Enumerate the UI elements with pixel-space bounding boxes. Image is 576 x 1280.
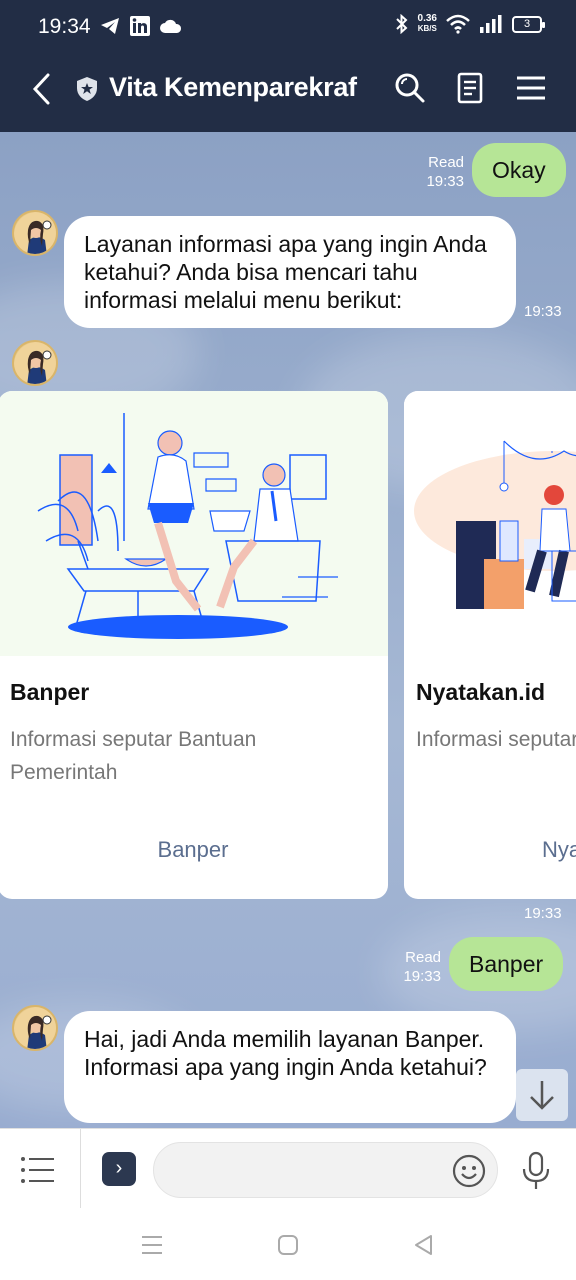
menu-button[interactable]: [513, 70, 549, 106]
verified-shield-icon: [77, 77, 97, 101]
card-illustration: [0, 391, 388, 656]
expand-button[interactable]: ›: [102, 1152, 136, 1186]
bot-avatar[interactable]: [12, 1005, 58, 1051]
chat-header: Vita Kemenparekraf: [0, 46, 576, 132]
card-description: Informasi seputar Bantuan Pemerintah: [10, 728, 257, 784]
card-action-button[interactable]: Banper: [0, 837, 388, 863]
search-button[interactable]: [392, 70, 428, 106]
message-time: 19:33: [524, 905, 562, 922]
carousel-card-nyatakan[interactable]: Nyatakan.id Informasi seputar Nya: [404, 391, 576, 899]
divider: [80, 1129, 81, 1209]
notes-button[interactable]: [452, 70, 488, 106]
card-illustration: [404, 391, 576, 656]
linkedin-icon: [130, 16, 150, 36]
recent-apps-button[interactable]: [139, 1232, 165, 1258]
card-title: Banper: [10, 679, 90, 705]
bot-avatar[interactable]: [12, 210, 58, 256]
card-description: Informasi seputar: [416, 728, 576, 751]
my-message-bubble[interactable]: Okay: [472, 143, 566, 197]
card-title: Nyatakan.id: [416, 679, 546, 705]
message-input[interactable]: [153, 1142, 498, 1198]
microphone-button[interactable]: [520, 1151, 552, 1191]
back-nav-button[interactable]: [411, 1232, 437, 1258]
battery-icon: 3: [512, 15, 545, 33]
chat-title: Vita Kemenparekraf: [109, 72, 357, 102]
telegram-icon: [101, 18, 119, 34]
bot-avatar[interactable]: [12, 340, 58, 386]
my-message-bubble[interactable]: Banper: [449, 937, 564, 991]
bot-message-bubble[interactable]: Hai, jadi Anda memilih layanan Banper. I…: [64, 1011, 516, 1123]
rich-menu-button[interactable]: [20, 1155, 56, 1185]
back-button[interactable]: [26, 70, 60, 108]
scroll-down-button[interactable]: [516, 1069, 568, 1121]
status-time: 19:34: [38, 15, 91, 38]
carousel-card-banper[interactable]: Banper Informasi seputar Bantuan Pemerin…: [0, 391, 388, 899]
emoji-button[interactable]: [452, 1154, 486, 1188]
signal-icon: [480, 15, 502, 33]
net-speed: 0.36 KB/S: [417, 13, 437, 34]
status-bar: 19:34 0.36 KB/S 3: [0, 0, 576, 46]
read-receipt: Read 19:33: [403, 949, 441, 985]
cloud-icon: [160, 19, 182, 33]
wifi-icon: [446, 14, 470, 34]
message-time: 19:33: [524, 303, 562, 320]
bot-message-bubble[interactable]: Layanan informasi apa yang ingin Anda ke…: [64, 216, 516, 328]
card-action-button[interactable]: Nya: [542, 837, 576, 863]
message-input-bar: ›: [0, 1128, 576, 1209]
read-receipt: Read 19:33: [426, 154, 464, 190]
bluetooth-icon: [395, 14, 407, 34]
home-button[interactable]: [275, 1232, 301, 1258]
chat-area[interactable]: Read 19:33 Okay Layanan informasi apa ya…: [0, 132, 576, 1128]
system-nav-bar: [0, 1208, 576, 1280]
